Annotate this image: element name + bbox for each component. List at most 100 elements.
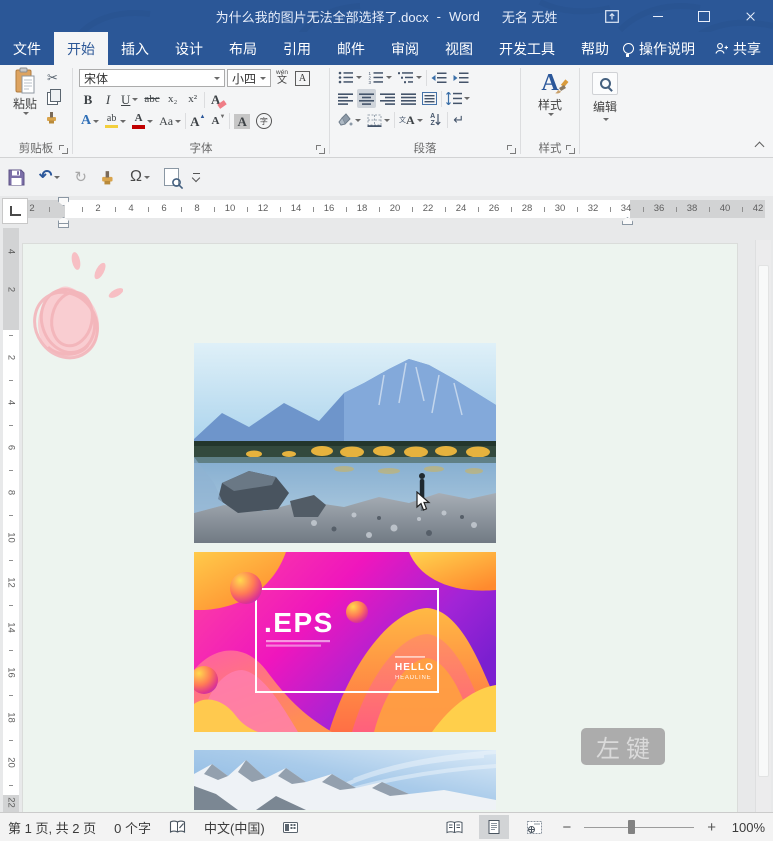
phonetic-guide-button[interactable]: wén文: [273, 69, 291, 88]
proofing-status-button[interactable]: [169, 820, 186, 834]
paste-button[interactable]: 粘贴: [6, 67, 44, 125]
styles-dialog-launcher[interactable]: [566, 145, 575, 154]
font-dialog-launcher[interactable]: [316, 145, 325, 154]
enclose-characters-button[interactable]: 字: [254, 112, 274, 131]
h-ruler-tick: [247, 207, 248, 212]
shrink-font-button[interactable]: A▼: [209, 112, 227, 131]
print-preview-button[interactable]: [164, 168, 179, 186]
text-highlight-button[interactable]: ab: [103, 112, 128, 131]
tab-layout[interactable]: 布局: [216, 32, 270, 65]
tab-home[interactable]: 开始: [54, 32, 108, 65]
tab-developer[interactable]: 开发工具: [486, 32, 568, 65]
distribute-button[interactable]: [420, 89, 439, 108]
sort-button[interactable]: AZ: [427, 111, 445, 130]
show-marks-button[interactable]: ↵: [450, 111, 468, 130]
photo-lake-image[interactable]: [194, 343, 496, 543]
zoom-in-button[interactable]: +: [704, 819, 719, 836]
paragraph-dialog-launcher[interactable]: [507, 145, 516, 154]
zoom-slider-thumb[interactable]: [628, 820, 635, 834]
line-spacing-button[interactable]: [444, 89, 472, 108]
align-right-button[interactable]: [378, 89, 397, 108]
decrease-indent-button[interactable]: [429, 68, 449, 87]
subscript-button[interactable]: x₂: [164, 90, 182, 109]
clipboard-dialog-launcher[interactable]: [59, 145, 68, 154]
font-size-select[interactable]: 小四: [227, 69, 271, 87]
customize-qat-button[interactable]: [193, 173, 200, 181]
horizontal-ruler[interactable]: 224681012141618202224262830323436384042: [28, 200, 765, 218]
zoom-out-button[interactable]: −: [559, 819, 574, 836]
web-layout-button[interactable]: [519, 815, 549, 839]
tell-me-button[interactable]: 操作说明: [623, 39, 695, 59]
shading-button[interactable]: [336, 111, 363, 130]
character-shading-button[interactable]: A: [232, 112, 251, 131]
tab-references[interactable]: 引用: [270, 32, 324, 65]
left-indent-marker[interactable]: [58, 223, 69, 228]
symbol-button[interactable]: Ω: [130, 168, 150, 186]
align-left-button[interactable]: [336, 89, 355, 108]
underline-button[interactable]: U: [119, 90, 140, 109]
zoom-level[interactable]: 100%: [729, 820, 765, 835]
numbering-button[interactable]: 123: [366, 68, 394, 87]
copy-button[interactable]: [47, 92, 58, 105]
tab-file[interactable]: 文件: [0, 32, 54, 65]
tab-view[interactable]: 视图: [432, 32, 486, 65]
undo-button[interactable]: ↶: [39, 169, 60, 185]
cut-button[interactable]: ✂: [47, 70, 58, 86]
align-center-button[interactable]: [357, 89, 376, 108]
vertical-ruler[interactable]: 42246810121416182022: [3, 228, 19, 812]
vertical-scrollbar[interactable]: [755, 240, 771, 812]
clear-formatting-button[interactable]: A: [207, 90, 225, 109]
right-indent-marker[interactable]: [622, 217, 633, 225]
superscript-button[interactable]: x²: [184, 90, 202, 109]
borders-button[interactable]: [365, 111, 392, 130]
tab-help[interactable]: 帮助: [568, 32, 622, 65]
close-button[interactable]: [727, 0, 773, 32]
share-button[interactable]: 共享: [715, 39, 761, 59]
strikethrough-button[interactable]: abc: [142, 90, 161, 109]
grow-font-button[interactable]: A▲: [188, 112, 207, 131]
asian-layout-button[interactable]: 文 A: [397, 111, 425, 130]
print-preview-icon: [164, 168, 179, 186]
tab-insert[interactable]: 插入: [108, 32, 162, 65]
tab-design[interactable]: 设计: [162, 32, 216, 65]
small-divider: [185, 113, 186, 129]
change-case-button[interactable]: Aa: [157, 112, 183, 131]
tab-review[interactable]: 审阅: [378, 32, 432, 65]
scrollbar-thumb[interactable]: [758, 265, 769, 777]
collapse-ribbon-button[interactable]: [755, 142, 765, 152]
align-right-icon: [380, 93, 395, 105]
editing-button[interactable]: 编辑: [580, 67, 630, 121]
bold-button[interactable]: B: [79, 90, 97, 109]
text-effects-button[interactable]: A: [79, 112, 101, 131]
multilevel-list-button[interactable]: [396, 68, 424, 87]
qat-format-painter-button[interactable]: [101, 170, 116, 185]
account-name[interactable]: 无名 无姓: [502, 7, 558, 26]
styles-button[interactable]: A 样式: [521, 67, 579, 116]
redo-button[interactable]: ↻: [74, 170, 87, 185]
photo-snow-mountain-image[interactable]: [194, 750, 496, 810]
font-name-select[interactable]: 宋体: [79, 69, 225, 87]
bullets-button[interactable]: [336, 68, 364, 87]
save-button[interactable]: [8, 169, 25, 186]
minimize-button[interactable]: [635, 0, 681, 32]
format-painter-button[interactable]: [46, 111, 59, 124]
word-count-status[interactable]: 0 个字: [114, 818, 151, 837]
tab-selector-button[interactable]: [2, 198, 28, 224]
maximize-button[interactable]: [681, 0, 727, 32]
character-border-button[interactable]: A: [293, 69, 312, 88]
increase-indent-button[interactable]: [451, 68, 471, 87]
macro-record-button[interactable]: [283, 822, 298, 833]
ribbon-display-options-button[interactable]: [589, 0, 635, 32]
h-ruler-tick: [676, 207, 677, 212]
eps-graphic-image[interactable]: .EPS HELLO HEADLINE: [194, 552, 496, 732]
italic-button[interactable]: I: [99, 90, 117, 109]
zoom-slider[interactable]: [584, 827, 694, 828]
language-status[interactable]: 中文(中国): [204, 818, 265, 837]
read-mode-button[interactable]: [439, 815, 469, 839]
page-number-status[interactable]: 第 1 页, 共 2 页: [8, 818, 96, 837]
omega-icon: Ω: [130, 168, 142, 186]
justify-button[interactable]: [399, 89, 418, 108]
tab-mailings[interactable]: 邮件: [324, 32, 378, 65]
font-color-button[interactable]: A: [130, 112, 155, 131]
print-layout-button[interactable]: [479, 815, 509, 839]
